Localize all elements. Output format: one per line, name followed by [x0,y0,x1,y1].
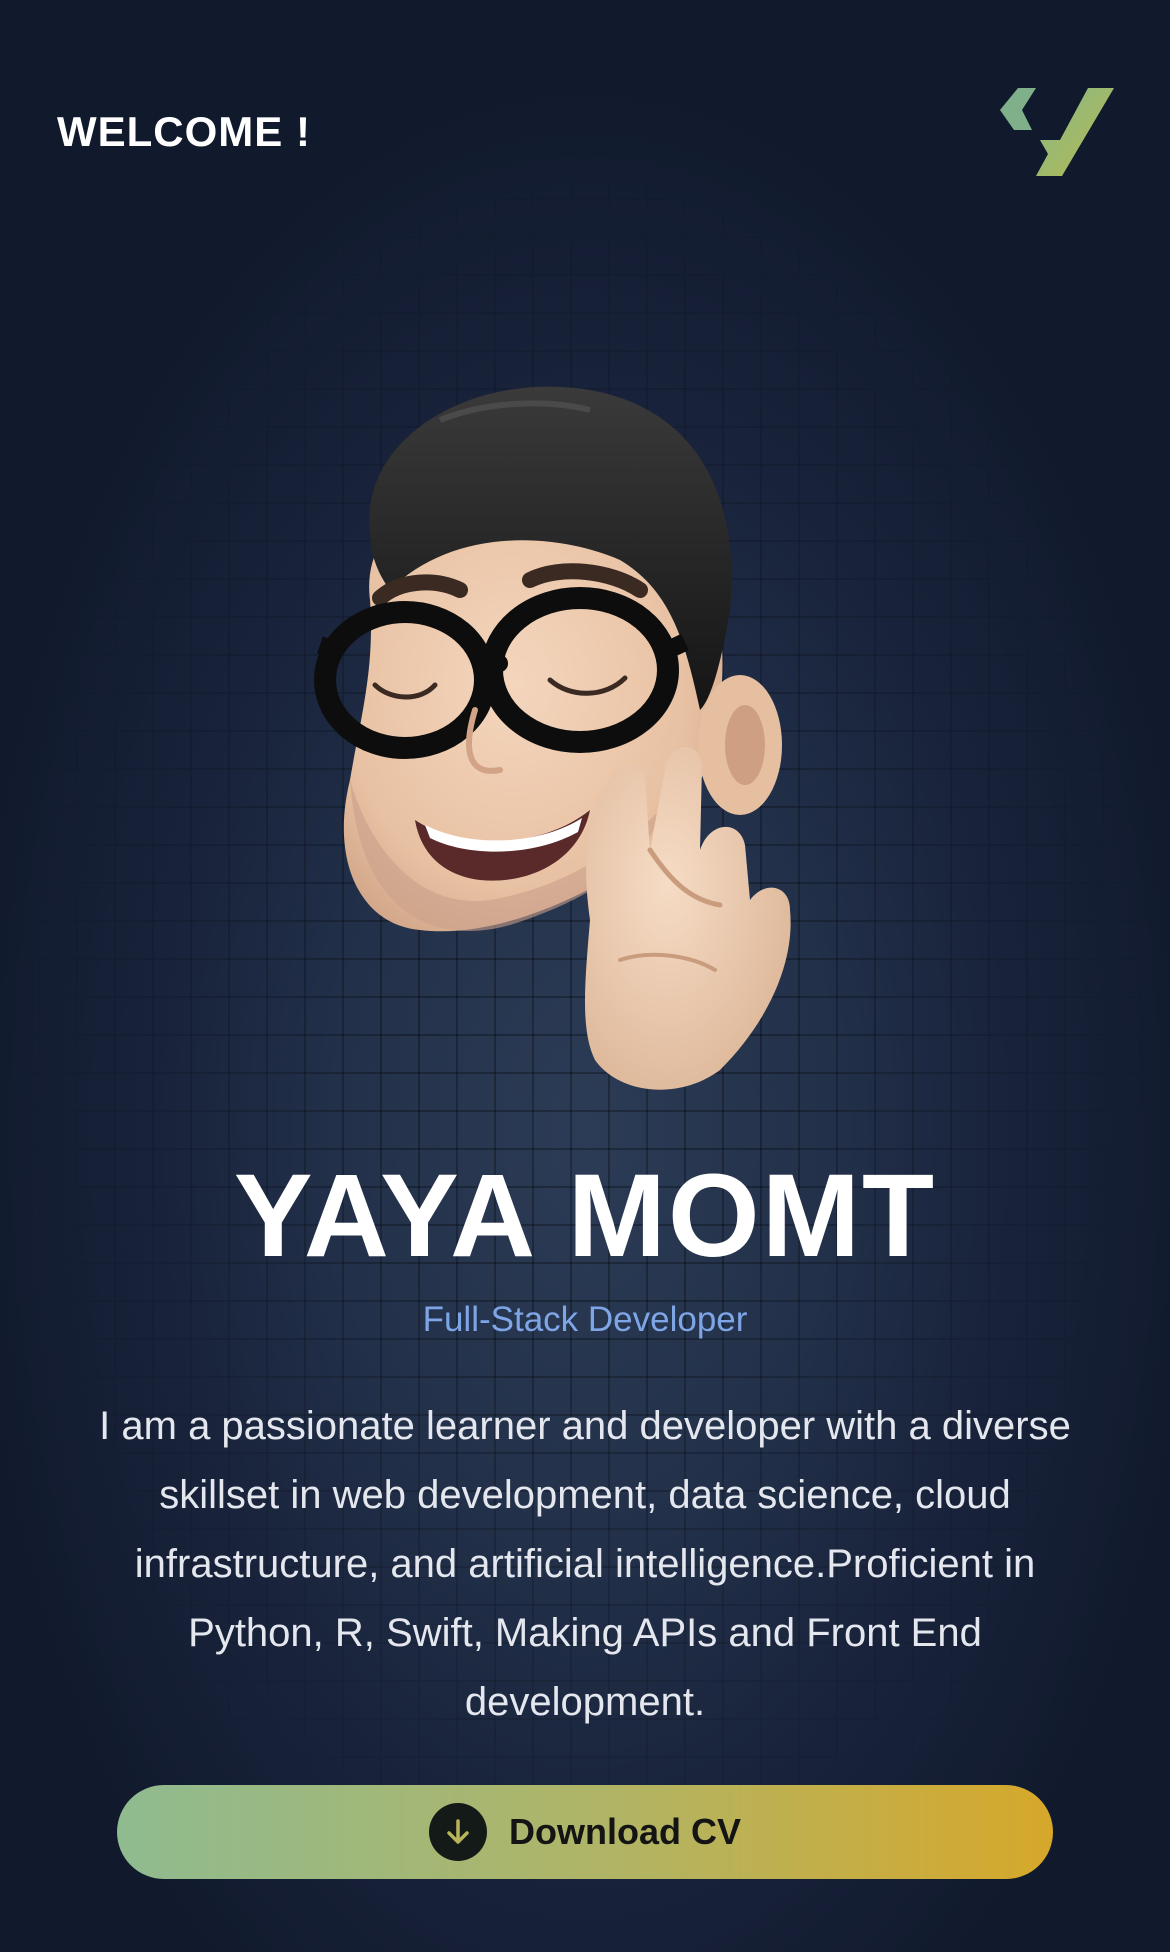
download-cv-label: Download CV [509,1811,741,1852]
profile-name: YAYA MOMT [233,1150,937,1282]
download-cv-button[interactable]: Download CV [117,1785,1053,1879]
welcome-heading: WELCOME ! [57,108,311,155]
memoji-avatar [314,386,791,1090]
profile-role: Full-Stack Developer [422,1300,748,1339]
y-chevron-logo-icon[interactable] [996,88,1114,178]
download-arrow-icon [429,1803,487,1861]
page: WELCOME ! YAYA MOMT Full-Stack Developer… [0,0,1170,1952]
profile-bio: I am a passionate learner and developer … [99,1404,1071,1724]
